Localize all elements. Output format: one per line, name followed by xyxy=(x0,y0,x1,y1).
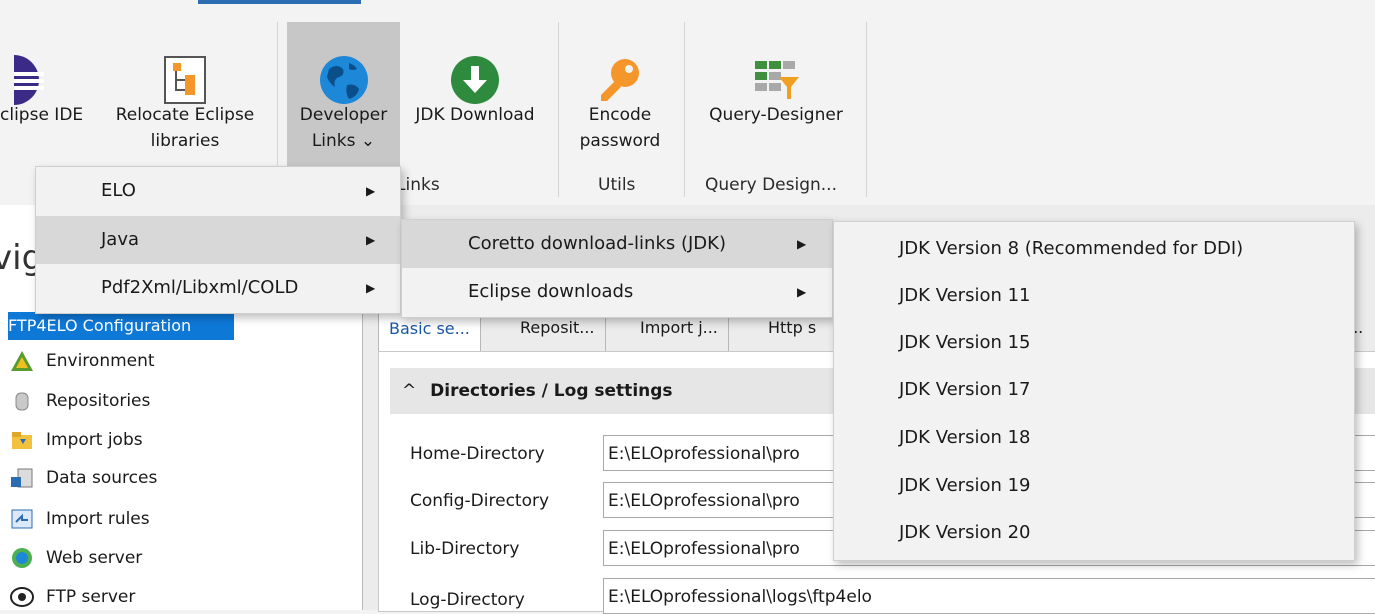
tab-label: Reposit... xyxy=(520,318,595,337)
menu-item-coretto-download-links[interactable]: Coretto download-links (JDK) ▶ xyxy=(402,220,832,268)
menu-item-eclipse-downloads[interactable]: Eclipse downloads ▶ xyxy=(402,268,832,316)
log-directory-label: Log-Directory xyxy=(410,590,525,610)
eclipse-ide-label: clipse IDE xyxy=(0,105,84,125)
submenu-arrow-icon: ▶ xyxy=(366,281,376,295)
eclipse-icon xyxy=(14,55,44,105)
menu-item-pdf2xml[interactable]: Pdf2Xml/Libxml/COLD ▶ xyxy=(36,264,400,312)
folder-import-icon xyxy=(12,432,32,449)
web-server-icon xyxy=(12,548,32,568)
menu-item-label: Pdf2Xml/Libxml/COLD xyxy=(101,277,299,298)
menu-item-jdk-8[interactable]: JDK Version 8 (Recommended for DDI) xyxy=(834,225,1354,273)
ribbon-group-separator xyxy=(866,22,867,197)
tree-item-label: Web server xyxy=(46,548,143,568)
tree-item-label: Repositories xyxy=(46,391,151,411)
menu-item-jdk-17[interactable]: JDK Version 17 xyxy=(834,366,1354,414)
database-icon xyxy=(15,392,29,411)
menu-item-label: ELO xyxy=(101,180,136,201)
data-sources-icon xyxy=(11,468,33,488)
relocate-label-line2: libraries xyxy=(150,131,220,151)
chevron-up-icon[interactable]: ^ xyxy=(402,381,416,401)
java-submenu: Coretto download-links (JDK) ▶ Eclipse d… xyxy=(401,219,833,318)
menu-item-label: JDK Version 17 xyxy=(899,379,1031,400)
tree-item-label: FTP server xyxy=(46,587,136,607)
menu-item-label: JDK Version 8 (Recommended for DDI) xyxy=(899,238,1244,259)
ftp-server-icon xyxy=(10,587,34,607)
eclipse-ide-button[interactable]: clipse IDE xyxy=(0,22,100,162)
jdk-download-label: JDK Download xyxy=(415,105,535,125)
tab-label: Import j... xyxy=(640,318,718,337)
menu-item-label: Coretto download-links (JDK) xyxy=(468,233,726,254)
home-directory-label: Home-Directory xyxy=(410,444,545,464)
menu-item-jdk-15[interactable]: JDK Version 15 xyxy=(834,319,1354,367)
menu-item-label: JDK Version 11 xyxy=(899,285,1031,306)
download-icon xyxy=(451,56,499,104)
tab-label: Http s xyxy=(768,318,817,337)
tree-item-label: Environment xyxy=(46,351,155,371)
tab-label: Basic se... xyxy=(389,319,470,338)
environment-icon xyxy=(11,351,33,371)
menu-item-label: JDK Version 20 xyxy=(899,522,1031,543)
tree-item-label: Data sources xyxy=(46,468,158,488)
menu-item-label: JDK Version 15 xyxy=(899,332,1031,353)
encode-label-line2: password xyxy=(579,131,661,151)
submenu-arrow-icon: ▶ xyxy=(366,184,376,198)
menu-item-label: JDK Version 18 xyxy=(899,427,1031,448)
coretto-jdk-submenu: JDK Version 8 (Recommended for DDI) JDK … xyxy=(833,221,1355,561)
lib-directory-label: Lib-Directory xyxy=(410,539,520,559)
tree-item-label: Import jobs xyxy=(46,430,143,450)
globe-icon xyxy=(319,56,368,104)
submenu-arrow-icon: ▶ xyxy=(366,233,376,247)
query-designer-button[interactable]: Query-Designer xyxy=(694,22,858,162)
menu-item-jdk-20[interactable]: JDK Version 20 xyxy=(834,509,1354,557)
menu-item-java[interactable]: Java ▶ xyxy=(36,216,400,264)
encode-label-line1: Encode xyxy=(588,105,652,125)
ribbon-group-separator xyxy=(558,22,559,197)
tree-item-label: Import rules xyxy=(46,509,150,529)
developer-links-menu: ELO ▶ Java ▶ Pdf2Xml/Libxml/COLD ▶ xyxy=(35,166,401,314)
config-directory-label: Config-Directory xyxy=(410,491,550,511)
menu-item-jdk-18[interactable]: JDK Version 18 xyxy=(834,414,1354,462)
developer-links-label-line1: Developer xyxy=(299,105,388,125)
submenu-arrow-icon: ▶ xyxy=(797,285,807,299)
developer-links-button[interactable]: Developer Links ⌄ xyxy=(287,22,400,166)
jdk-download-button[interactable]: JDK Download xyxy=(402,22,548,162)
ribbon-group-separator xyxy=(684,22,685,197)
group-label-links: Links xyxy=(396,175,440,195)
menu-item-jdk-19[interactable]: JDK Version 19 xyxy=(834,462,1354,510)
active-ribbon-tab-indicator xyxy=(198,0,361,4)
relocate-label-line1: Relocate Eclipse xyxy=(115,105,255,125)
developer-links-label-line2: Links xyxy=(311,131,356,151)
menu-item-label: Eclipse downloads xyxy=(468,281,634,302)
import-rules-icon xyxy=(11,509,33,529)
group-label-query-designer: Query Design... xyxy=(705,175,837,195)
section-title: Directories / Log settings xyxy=(430,381,673,401)
tree-item-ftp4elo-configuration[interactable]: FTP4ELO Configuration xyxy=(8,312,234,340)
menu-item-label: JDK Version 19 xyxy=(899,475,1031,496)
relocate-libraries-icon xyxy=(164,56,206,104)
group-label-utils: Utils xyxy=(598,175,636,195)
menu-item-elo[interactable]: ELO ▶ xyxy=(36,167,400,215)
chevron-down-icon: ⌄ xyxy=(360,131,376,151)
key-icon xyxy=(601,59,639,101)
submenu-arrow-icon: ▶ xyxy=(797,237,807,251)
encode-password-button[interactable]: Encode password xyxy=(566,22,674,162)
menu-item-label: Java xyxy=(101,229,140,250)
menu-item-jdk-11[interactable]: JDK Version 11 xyxy=(834,272,1354,320)
relocate-eclipse-libraries-button[interactable]: Relocate Eclipse libraries xyxy=(100,22,270,162)
query-designer-icon xyxy=(755,61,799,99)
query-designer-label: Query-Designer xyxy=(709,105,843,125)
log-directory-field[interactable]: E:\ELOprofessional\logs\ftp4elo xyxy=(603,578,1375,614)
